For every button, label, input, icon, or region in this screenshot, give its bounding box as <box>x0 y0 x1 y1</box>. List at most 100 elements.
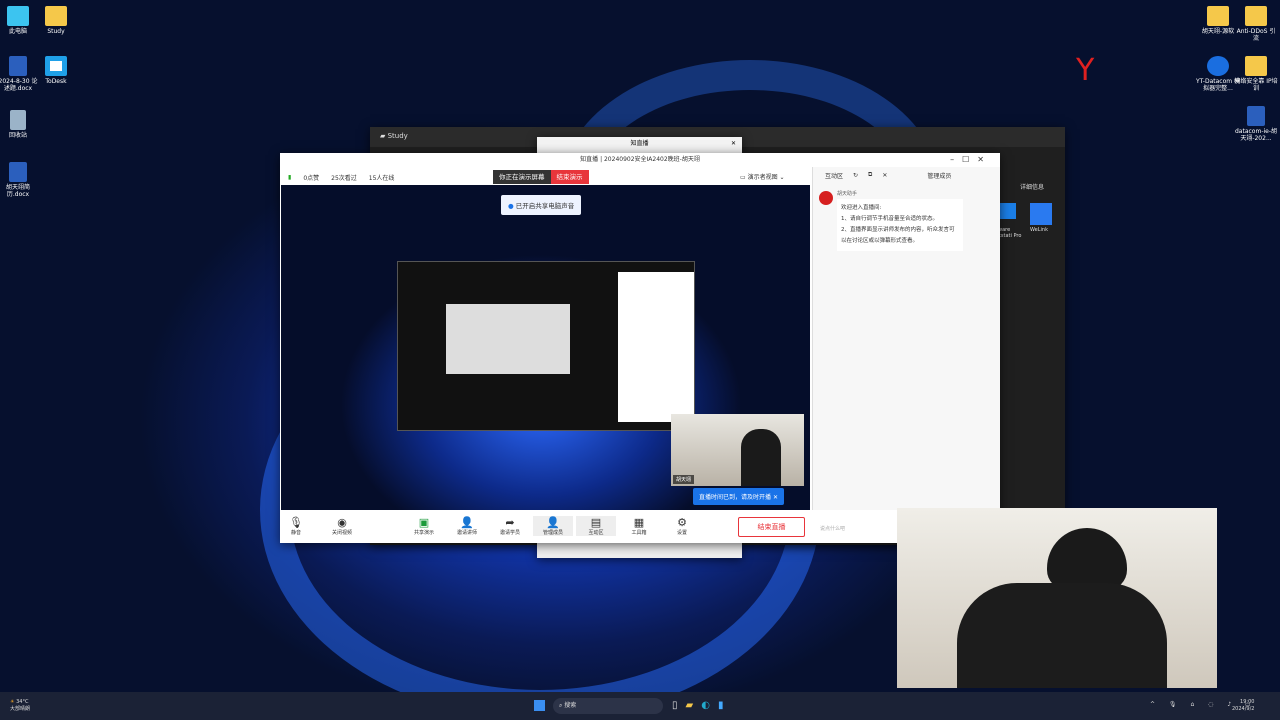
search-label: 搜索 <box>564 702 577 709</box>
icon-label: 回收站 <box>8 132 27 139</box>
close-icon[interactable]: ✕ <box>882 172 887 179</box>
icon-label: Study <box>47 28 65 35</box>
small-dialog-bottom <box>537 543 742 558</box>
icon-label: datacom-ie-胡天翊-202... <box>1234 128 1278 142</box>
word-icon <box>9 162 27 182</box>
weather-temp: 34°C <box>16 699 29 705</box>
weather-text: 大部晴朗 <box>10 706 31 712</box>
settings-icon: ⚙ <box>677 516 687 529</box>
view-mode-select[interactable]: ▭ 演示者视图 ⌄ <box>740 172 785 181</box>
popout-icon[interactable]: ⧉ <box>868 171 872 179</box>
likes-count: 0点赞 <box>303 175 320 182</box>
toolbox-icon: ▦ <box>633 516 645 529</box>
end-live-button[interactable]: 结束直播 <box>738 517 805 537</box>
explorer-icon[interactable]: ▰ <box>686 700 702 711</box>
invite-student-button[interactable]: ➦ 邀请学员 <box>490 516 530 536</box>
refresh-icon[interactable]: ↻ <box>853 172 858 179</box>
desktop-icon[interactable]: Anti-DDoS 引流 <box>1234 6 1278 42</box>
video-button[interactable]: ◉ 关闭视频 <box>322 516 362 536</box>
recycle-bin-icon <box>10 110 26 130</box>
app-label: ware kstati Pro <box>998 227 1022 239</box>
toolbar-label: 静音 <box>290 530 301 536</box>
microphone-icon: 🎙 <box>289 516 303 529</box>
chat-input[interactable]: 说点什么吧 <box>820 525 845 532</box>
invite-lecturer-button[interactable]: 👤 邀请讲师 <box>447 516 487 536</box>
info-icon: ● <box>508 202 514 210</box>
live-window: 知直播 | 20240902安全IA2402晚班-胡天翊 –☐✕ ▮ 0点赞 2… <box>280 153 1000 543</box>
stop-presenting-button[interactable]: 结束演示 <box>550 170 589 184</box>
settings-button[interactable]: ⚙ 设置 <box>662 516 702 536</box>
chat-sender: 胡天助手 <box>837 191 858 197</box>
edge-icon[interactable]: ◐ <box>701 700 718 711</box>
person-head <box>1047 528 1127 590</box>
panel-tabs: 互动区 ↻ ⧉ ✕ 管理成员 <box>813 167 1000 183</box>
toolbar: 🎙 静音 ◉ 关闭视频 ▣ 共享演示 👤 邀请讲师 ➦ 邀请学员 👤 管理成员 ▤ 互动区 ▦… <box>280 510 812 543</box>
folder-icon <box>1245 6 1267 26</box>
clock[interactable]: 19:00 2024/9/2 <box>1232 699 1254 713</box>
folder-icon <box>45 6 67 26</box>
desktop-icon[interactable]: 回收站 <box>0 110 40 139</box>
start-icon[interactable] <box>534 700 545 711</box>
tab-interact[interactable]: 互动区 <box>825 171 843 180</box>
desktop-icon[interactable]: datacom-ie-胡天翊-202... <box>1234 106 1278 142</box>
window-controls[interactable]: –☐✕ <box>950 153 992 167</box>
camera-name: 胡天翊 <box>673 475 695 484</box>
shared-screen: 胡天翊 ● 已开启共享电脑声音 直播时间已到，请及时开播 ✕ <box>281 185 810 510</box>
word-icon <box>9 56 27 76</box>
presenting-bar: 你正在演示屏幕 结束演示 <box>493 170 589 184</box>
desktop-icon[interactable]: 胡天翊简历.docx <box>0 162 40 198</box>
live-app-icon[interactable]: ▮ <box>718 700 732 711</box>
desktop-icon[interactable]: ToDesk <box>34 56 78 85</box>
toolbox-button[interactable]: ▦ 工具箱 <box>619 516 659 536</box>
members-button[interactable]: 👤 管理成员 <box>533 516 573 536</box>
close-icon[interactable]: ✕ <box>731 137 736 151</box>
folder-icon <box>1245 56 1267 76</box>
members-icon: 👤 <box>546 516 560 529</box>
pinned-apps[interactable]: ▯▰◐▮ <box>672 700 731 711</box>
chat-message: 欢迎进入直播间: 1、请自行调节手机音量至合适的状态。 2、直播界面显示讲师发布… <box>837 199 963 251</box>
date: 2024/9/2 <box>1232 706 1255 712</box>
details-label[interactable]: 详细信息 <box>1020 182 1044 191</box>
toolbar-label: 邀请讲师 <box>456 530 477 536</box>
close-icon[interactable]: ✕ <box>773 494 778 501</box>
time: 19:00 <box>1240 699 1255 705</box>
window-title: 知直播 | 20240902安全IA2402晚班-胡天翊 <box>580 156 700 163</box>
study-title: Study <box>387 132 408 140</box>
mute-button[interactable]: 🎙 静音 <box>276 516 316 536</box>
app-icon <box>1000 203 1016 219</box>
welink-icon <box>1030 203 1052 225</box>
folder-icon <box>1207 6 1229 26</box>
share-tip: ● 已开启共享电脑声音 <box>501 195 582 215</box>
interact-button[interactable]: ▤ 互动区 <box>576 516 616 536</box>
chat-line: 1、请自行调节手机音量至合适的状态。 <box>841 216 939 222</box>
icon-label: 网络安全靠 IP培训 <box>1234 78 1278 92</box>
weather-widget[interactable]: ☀ 34°C 大部晴朗 <box>10 699 30 713</box>
nested-window <box>446 304 570 374</box>
desktop-icon[interactable]: Study <box>34 6 78 35</box>
person-body <box>957 583 1167 688</box>
desktop-icon[interactable]: 网络安全靠 IP培训 <box>1234 56 1278 92</box>
icon-label: Anti-DDoS 引流 <box>1236 28 1276 42</box>
icon-label: 此电脑 <box>8 28 27 35</box>
weather-icon: ☀ <box>10 699 15 705</box>
toolbar-label: 邀请学员 <box>499 530 520 536</box>
app-label: WeLink <box>1030 227 1048 233</box>
chat-icon: ▤ <box>590 516 602 529</box>
chat-line: 欢迎进入直播间: <box>841 205 882 211</box>
logo-watermark: Y <box>1076 53 1095 88</box>
search-box[interactable]: ⌕ 搜索 <box>553 698 663 714</box>
share-screen-icon: ▣ <box>418 516 430 529</box>
taskview-icon[interactable]: ▯ <box>672 700 686 711</box>
icon-label: 胡天翊-源软 <box>1201 28 1235 35</box>
search-icon: ⌕ <box>559 702 563 709</box>
toast-text: 直播时间已到，请及时开播 <box>699 494 772 501</box>
computer-icon <box>7 6 29 26</box>
share-button[interactable]: ▣ 共享演示 <box>404 516 444 536</box>
zip-icon <box>1207 56 1229 76</box>
icon-label: 胡天翊简历.docx <box>5 184 30 198</box>
tab-members[interactable]: 管理成员 <box>927 171 951 180</box>
toolbar-label: 关闭视频 <box>331 530 352 536</box>
toolbar-label: 设置 <box>676 530 687 536</box>
view-mode-label: 演示者视图 <box>747 174 778 181</box>
taskbar: ☀ 34°C 大部晴朗 ⌕ 搜索 ▯▰◐▮ ^ 🎙 ⌂ ◌ ♪ ▭ 19:00 20… <box>0 692 1280 720</box>
